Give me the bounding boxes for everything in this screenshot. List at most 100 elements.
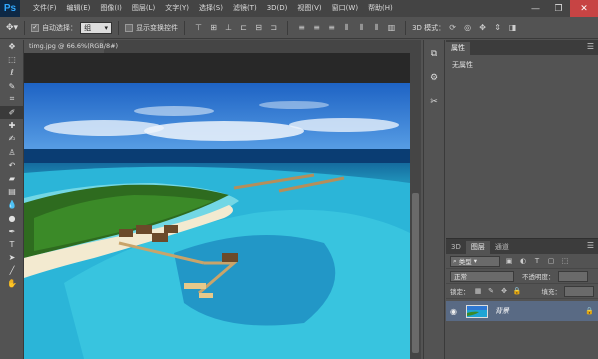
blend-row: 正常 不透明度： bbox=[446, 269, 598, 284]
crop-tool-icon[interactable]: ⌗ bbox=[0, 93, 24, 106]
scrollbar-thumb[interactable] bbox=[412, 193, 419, 353]
opacity-label: 不透明度： bbox=[522, 273, 555, 281]
distribute-left-icon[interactable]: ⦀ bbox=[341, 23, 352, 33]
eye-icon[interactable]: ◉ bbox=[450, 307, 462, 316]
3d-rotate-icon[interactable]: ⟳ bbox=[447, 23, 458, 33]
lock-pixels-icon[interactable]: ✎ bbox=[487, 287, 496, 296]
hand-tool-icon[interactable]: ✋ bbox=[0, 277, 24, 290]
blend-mode-dropdown[interactable]: 正常 bbox=[450, 270, 514, 282]
menu-file[interactable]: 文件(F) bbox=[28, 0, 62, 17]
line-tool-icon[interactable]: ╱ bbox=[0, 264, 24, 277]
tab-layers[interactable]: 图层 bbox=[465, 241, 490, 254]
close-button[interactable]: ✕ bbox=[570, 0, 598, 17]
maldives-island-photo bbox=[24, 83, 410, 359]
menu-edit[interactable]: 编辑(E) bbox=[62, 0, 96, 17]
restore-button[interactable]: ❐ bbox=[547, 0, 570, 17]
tab-properties[interactable]: 属性 bbox=[446, 42, 470, 55]
3d-pan-icon[interactable]: ✥ bbox=[477, 23, 488, 33]
distribute-right-icon[interactable]: ⦀ bbox=[371, 23, 382, 33]
menu-view[interactable]: 视图(V) bbox=[292, 0, 326, 17]
marquee-tool-icon[interactable]: ⬚ bbox=[0, 53, 24, 66]
fill-field[interactable] bbox=[564, 285, 594, 297]
3d-scale-icon[interactable]: ◨ bbox=[507, 23, 518, 33]
menu-select[interactable]: 选择(S) bbox=[194, 0, 228, 17]
pixel-filter-icon[interactable]: ▣ bbox=[504, 256, 514, 266]
panel-menu-icon[interactable]: ☰ bbox=[587, 241, 594, 250]
show-transform-checkbox[interactable] bbox=[125, 23, 134, 32]
distribute-vcenter-icon[interactable]: ≡ bbox=[311, 23, 322, 33]
lock-transparent-icon[interactable]: ▦ bbox=[474, 287, 483, 296]
auto-select-checkbox[interactable]: ✓ bbox=[31, 23, 40, 32]
layer-filter-row: ⌕ 类型 ▾ ▣ ◐ T ▢ ⬚ bbox=[446, 254, 598, 269]
vertical-scrollbar[interactable] bbox=[410, 53, 421, 359]
history-brush-tool-icon[interactable]: ↶ bbox=[0, 159, 24, 172]
smart-object-filter-icon[interactable]: ⬚ bbox=[560, 256, 570, 266]
adjustment-filter-icon[interactable]: ◐ bbox=[518, 256, 528, 266]
dodge-tool-icon[interactable]: ● bbox=[0, 211, 24, 224]
layer-item[interactable]: ◉ 背景 🔒 bbox=[446, 301, 598, 321]
gradient-tool-icon[interactable]: ▤ bbox=[0, 185, 24, 198]
type-tool-icon[interactable]: T bbox=[0, 238, 24, 251]
blend-mode-value: 正常 bbox=[454, 273, 467, 281]
auto-align-icon[interactable]: ▥ bbox=[386, 23, 397, 33]
brush-tool-icon[interactable]: ✍ bbox=[0, 132, 24, 145]
menu-help[interactable]: 帮助(H) bbox=[363, 0, 398, 17]
shape-filter-icon[interactable]: ▢ bbox=[546, 256, 556, 266]
align-top-icon[interactable]: ⊤ bbox=[193, 23, 204, 33]
distribute-bottom-icon[interactable]: ≡ bbox=[326, 23, 337, 33]
panel-menu-icon[interactable]: ☰ bbox=[587, 42, 594, 51]
document-tab[interactable]: timg.jpg @ 66.6%(RGB/8#) bbox=[24, 40, 118, 53]
menu-image[interactable]: 图像(I) bbox=[95, 0, 127, 17]
properties-content: 无属性 bbox=[452, 61, 473, 69]
align-vcenter-icon[interactable]: ⊞ bbox=[208, 23, 219, 33]
menu-filter[interactable]: 滤镜(T) bbox=[228, 0, 262, 17]
auto-select-value: 组 bbox=[84, 23, 92, 32]
minimize-button[interactable]: — bbox=[524, 0, 547, 17]
layers-panel: 3D 图层 通道 ☰ ⌕ 类型 ▾ ▣ ◐ T ▢ ⬚ 正常 不透明度： 锁定：… bbox=[446, 238, 598, 359]
layer-kind-value: 类型 bbox=[458, 258, 472, 266]
eraser-tool-icon[interactable]: ▰ bbox=[0, 172, 24, 185]
healing-brush-tool-icon[interactable]: ✚ bbox=[0, 119, 24, 132]
quick-select-tool-icon[interactable]: ✎ bbox=[0, 80, 24, 93]
type-filter-icon[interactable]: T bbox=[532, 256, 542, 266]
clone-stamp-tool-icon[interactable]: ♙ bbox=[0, 146, 24, 159]
distribute-top-icon[interactable]: ≡ bbox=[296, 23, 307, 33]
3d-roll-icon[interactable]: ◎ bbox=[462, 23, 473, 33]
align-left-icon[interactable]: ⊏ bbox=[238, 23, 249, 33]
pen-tool-icon[interactable]: ✒ bbox=[0, 225, 24, 238]
canvas-area[interactable] bbox=[24, 53, 410, 359]
move-tool-icon[interactable]: ✥ bbox=[0, 40, 24, 53]
align-right-icon[interactable]: ⊐ bbox=[268, 23, 279, 33]
move-tool-icon[interactable]: ✥▾ bbox=[6, 23, 18, 33]
blur-tool-icon[interactable]: 💧 bbox=[0, 198, 24, 211]
eyedropper-tool-icon[interactable]: ✐ bbox=[0, 105, 24, 120]
collapsed-panels-column: ⧉ ⚙ ✂ bbox=[423, 40, 445, 359]
separator bbox=[184, 20, 186, 35]
menu-layer[interactable]: 图层(L) bbox=[127, 0, 160, 17]
3d-slide-icon[interactable]: ⇕ bbox=[492, 23, 503, 33]
align-hcenter-icon[interactable]: ⊟ bbox=[253, 23, 264, 33]
canvas-image[interactable] bbox=[24, 83, 410, 359]
adjustments-panel-icon[interactable]: ✂ bbox=[424, 92, 444, 112]
lock-all-icon[interactable]: 🔒 bbox=[513, 287, 522, 296]
layer-kind-dropdown[interactable]: ⌕ 类型 ▾ bbox=[450, 255, 500, 267]
history-panel-icon[interactable]: ⧉ bbox=[424, 44, 444, 64]
path-select-tool-icon[interactable]: ➤ bbox=[0, 251, 24, 264]
tab-channels[interactable]: 通道 bbox=[490, 241, 514, 254]
menu-type[interactable]: 文字(Y) bbox=[160, 0, 194, 17]
distribute-hcenter-icon[interactable]: ⦀ bbox=[356, 23, 367, 33]
lasso-tool-icon[interactable]: ℓ bbox=[0, 66, 24, 79]
menu-3d[interactable]: 3D(D) bbox=[262, 0, 293, 17]
chevron-down-icon: ▾ bbox=[104, 23, 109, 32]
tab-3d[interactable]: 3D bbox=[446, 241, 466, 254]
align-bottom-icon[interactable]: ⊥ bbox=[223, 23, 234, 33]
lock-label: 锁定： bbox=[450, 288, 470, 296]
lock-position-icon[interactable]: ✥ bbox=[500, 287, 509, 296]
window-controls: — ❐ ✕ bbox=[524, 0, 598, 17]
menu-items: 文件(F) 编辑(E) 图像(I) 图层(L) 文字(Y) 选择(S) 滤镜(T… bbox=[28, 0, 398, 17]
opacity-field[interactable] bbox=[557, 270, 588, 282]
auto-select-dropdown[interactable]: 组 ▾ bbox=[80, 21, 113, 34]
show-transform-label: 显示变换控件 bbox=[136, 23, 179, 32]
properties-panel-icon[interactable]: ⚙ bbox=[424, 68, 444, 88]
menu-window[interactable]: 窗口(W) bbox=[327, 0, 363, 17]
